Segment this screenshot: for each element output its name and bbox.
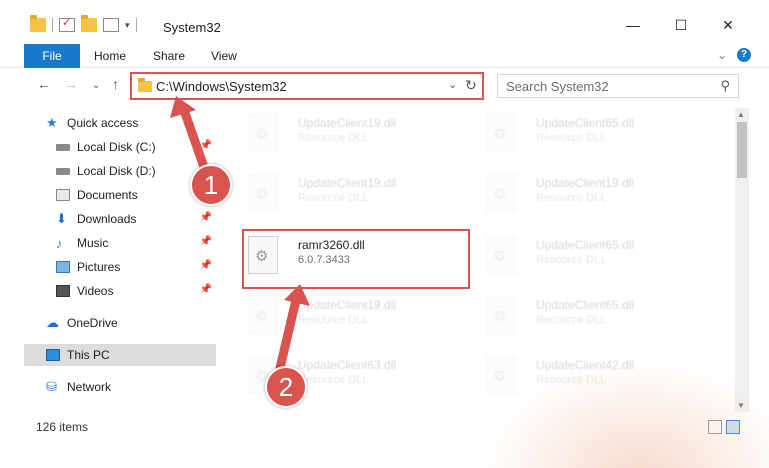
step-badge-2: 2 [265,366,307,408]
file-explorer-window: ▾ System32 — ☐ ✕ File Home Share View ⌄ … [0,0,769,468]
annotation-arrows [170,96,310,373]
step-badge-1: 1 [190,164,232,206]
arrow-1 [170,96,210,175]
arrow-2 [275,284,310,373]
